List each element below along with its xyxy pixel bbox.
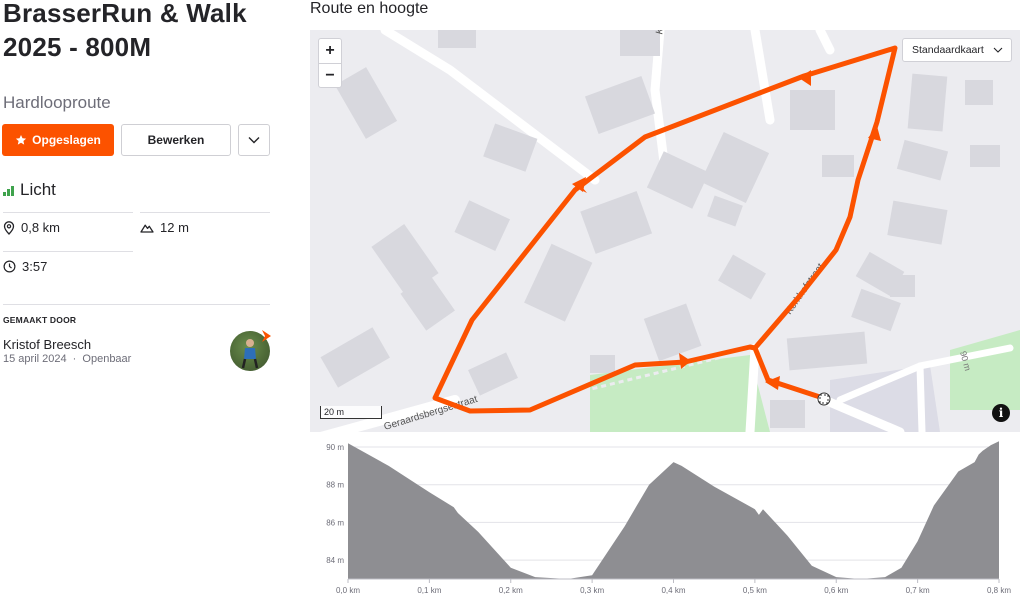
y-tick-label: 84 m: [326, 556, 344, 565]
map-scale-bar: 20 m: [320, 406, 382, 419]
park-area: [950, 330, 1020, 410]
elevation-value: 12 m: [160, 220, 189, 235]
mountain-icon: [140, 224, 154, 233]
visibility-label: Openbaar: [82, 353, 132, 365]
map-section-title: Route en hoogte: [310, 0, 429, 17]
star-icon: [16, 135, 27, 145]
x-tick-label: 0,7 km: [906, 586, 930, 595]
x-tick-label: 0,0 km: [336, 586, 360, 595]
route-title: BrasserRun & Walk 2025 - 800M: [3, 0, 288, 64]
distance-stat: 0,8 km: [3, 220, 60, 235]
route-title-line1: BrasserRun & Walk: [3, 0, 247, 28]
edit-button[interactable]: Bewerken: [121, 124, 231, 156]
x-tick-label: 0,3 km: [580, 586, 604, 595]
divider: [3, 212, 133, 213]
difficulty-label: Licht: [20, 180, 56, 199]
map-zoom-controls: + −: [318, 38, 342, 88]
map-canvas[interactable]: Kerkhofstraat Geraardsbergsestraat Ke 90…: [310, 30, 1020, 432]
saved-button[interactable]: Opgeslagen: [2, 124, 114, 156]
x-tick-label: 0,8 km: [987, 586, 1011, 595]
difficulty-bars-icon: [3, 184, 14, 196]
y-tick-label: 90 m: [326, 443, 344, 452]
meta-separator: ·: [72, 353, 77, 365]
x-tick-label: 0,2 km: [499, 586, 523, 595]
map-info-button[interactable]: i: [992, 404, 1010, 422]
clock-icon: [3, 260, 16, 273]
distance-value: 0,8 km: [21, 220, 61, 235]
map-type-select[interactable]: Standaardkaart: [902, 38, 1012, 62]
x-tick-label: 0,4 km: [661, 586, 685, 595]
zoom-in-button[interactable]: +: [319, 39, 341, 64]
y-tick-label: 86 m: [326, 518, 344, 527]
zoom-out-button[interactable]: −: [319, 64, 341, 88]
elevation-stat: 12 m: [140, 220, 189, 235]
created-date: 15 april 2024: [3, 353, 67, 365]
saved-button-label: Opgeslagen: [32, 133, 101, 147]
route-map[interactable]: Kerkhofstraat Geraardsbergsestraat Ke 90…: [310, 30, 1020, 432]
edit-button-label: Bewerken: [147, 133, 205, 147]
chevron-down-icon: [993, 47, 1003, 53]
athlete-name[interactable]: Kristof Breesch: [3, 337, 91, 352]
avatar[interactable]: [230, 330, 271, 371]
difficulty-rating: Licht: [3, 180, 56, 200]
elevation-chart[interactable]: 84 m 86 m 88 m 90 m 0,0 km 0,1 km 0,2 km 0,3 km…: [310, 437, 1024, 601]
map-type-label: Standaardkaart: [912, 44, 984, 56]
x-tick-label: 0,6 km: [824, 586, 848, 595]
created-by-heading: GEMAAKT DOOR: [3, 315, 77, 325]
time-stat: 3:57: [3, 259, 47, 274]
route-type: Hardlooproute: [3, 93, 111, 112]
route-meta: 15 april 2024 · Openbaar: [3, 353, 131, 365]
chevron-down-icon: [248, 137, 260, 144]
route-start-marker: [817, 392, 831, 406]
x-tick-label: 0,5 km: [743, 586, 767, 595]
location-pin-icon: [3, 220, 15, 235]
more-options-button[interactable]: [238, 124, 270, 156]
elevation-area: [348, 441, 999, 579]
y-tick-label: 88 m: [326, 481, 344, 490]
divider: [3, 251, 133, 252]
divider: [3, 304, 270, 305]
divider: [140, 212, 270, 213]
time-value: 3:57: [22, 259, 48, 274]
route-title-line2: 2025 - 800M: [3, 32, 152, 62]
route-details-panel: BrasserRun & Walk 2025 - 800M Hardloopro…: [0, 0, 290, 601]
strava-badge-icon: [262, 330, 271, 342]
x-tick-label: 0,1 km: [417, 586, 441, 595]
